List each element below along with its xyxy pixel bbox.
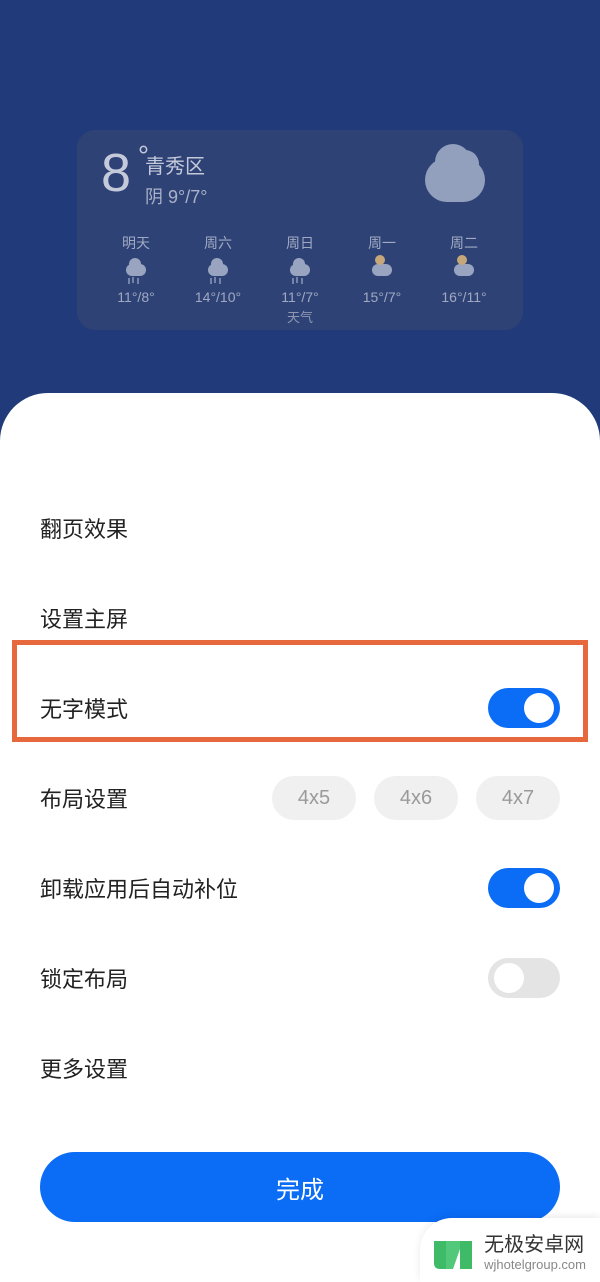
layout-settings-row: 布局设置 4x5 4x6 4x7 xyxy=(40,753,560,843)
no-text-mode-label: 无字模式 xyxy=(40,692,128,724)
forecast-item: 周日 11°/7° 天气 xyxy=(259,233,341,326)
watermark-url: wjhotelgroup.com xyxy=(484,1257,586,1272)
lock-layout-row: 锁定布局 xyxy=(40,933,560,1023)
set-home-label: 设置主屏 xyxy=(40,602,128,634)
home-preview: 8 青秀区 阴 9°/7° 明天 11°/8° 周六 14°/10° 周日 xyxy=(0,0,600,330)
forecast-item: 周六 14°/10° xyxy=(177,233,259,326)
rain-icon xyxy=(177,259,259,281)
lock-layout-label: 锁定布局 xyxy=(40,962,128,994)
watermark: 无极安卓网 wjhotelgroup.com xyxy=(420,1218,600,1282)
auto-fill-row: 卸载应用后自动补位 xyxy=(40,843,560,933)
done-button[interactable]: 完成 xyxy=(40,1152,560,1222)
watermark-logo-icon xyxy=(430,1227,476,1273)
forecast-item: 明天 11°/8° xyxy=(95,233,177,326)
page-effect-label: 翻页效果 xyxy=(40,512,128,544)
auto-fill-label: 卸载应用后自动补位 xyxy=(40,872,238,904)
layout-label: 布局设置 xyxy=(40,782,128,814)
rain-icon xyxy=(259,259,341,281)
more-settings-row[interactable]: 更多设置 xyxy=(40,1023,560,1113)
settings-panel: 翻页效果 设置主屏 无字模式 布局设置 4x5 4x6 4x7 卸载应用后自动补… xyxy=(0,393,600,1282)
no-text-mode-toggle[interactable] xyxy=(488,688,560,728)
partly-cloudy-icon xyxy=(341,259,423,281)
set-home-row[interactable]: 设置主屏 xyxy=(40,573,560,663)
more-settings-label: 更多设置 xyxy=(40,1052,128,1084)
page-effect-row[interactable]: 翻页效果 xyxy=(40,483,560,573)
layout-option-4x6[interactable]: 4x6 xyxy=(374,776,458,820)
location-name: 青秀区 xyxy=(145,150,207,179)
current-temp: 8 xyxy=(101,146,131,200)
partly-cloudy-icon xyxy=(423,259,505,281)
no-text-mode-row: 无字模式 xyxy=(40,663,560,753)
layout-option-4x7[interactable]: 4x7 xyxy=(476,776,560,820)
layout-option-4x5[interactable]: 4x5 xyxy=(272,776,356,820)
forecast-item: 周一 15°/7° xyxy=(341,233,423,326)
lock-layout-toggle[interactable] xyxy=(488,958,560,998)
auto-fill-toggle[interactable] xyxy=(488,868,560,908)
watermark-title: 无极安卓网 xyxy=(484,1228,586,1257)
rain-icon xyxy=(95,259,177,281)
forecast-item: 周二 16°/11° xyxy=(423,233,505,326)
forecast-row: 明天 11°/8° 周六 14°/10° 周日 11°/7° 天气 周一 15° xyxy=(95,233,505,326)
condition-text: 阴 9°/7° xyxy=(145,183,207,209)
cloud-icon xyxy=(425,158,485,202)
